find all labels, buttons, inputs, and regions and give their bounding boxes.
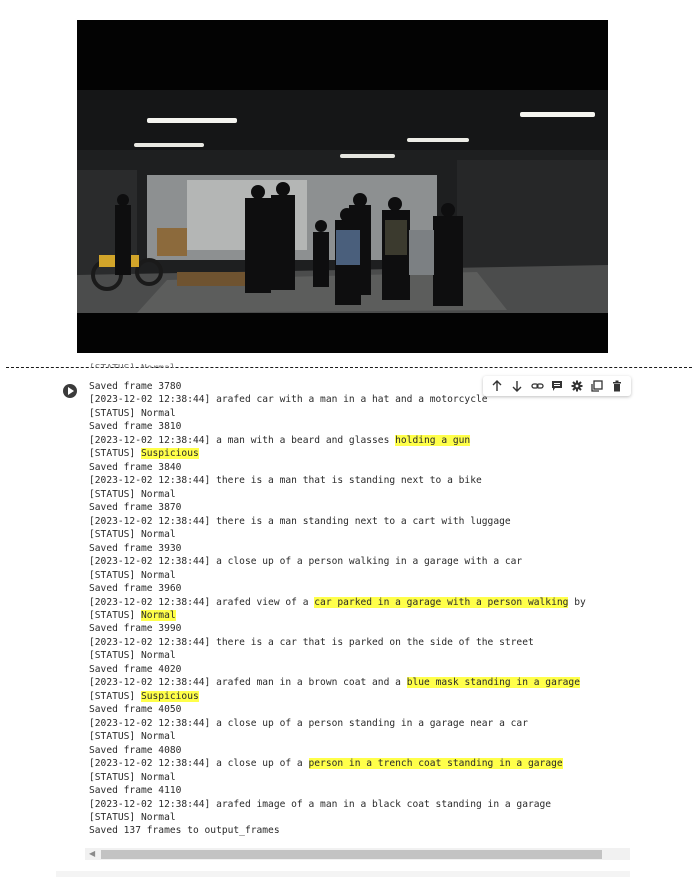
output-line: [STATUS] Normal [89, 528, 629, 541]
output-line: [STATUS] Normal [89, 407, 629, 420]
output-text: Saved frame 3990 [89, 623, 182, 635]
output-line: Saved frame 3840 [89, 461, 629, 474]
output-text: [STATUS] Normal [89, 650, 176, 662]
output-text: [2023-12-02 12:38:44] a close up of a pe… [89, 717, 528, 729]
highlighted-text: Suspicious [140, 690, 199, 702]
garage-scene-image [77, 20, 608, 353]
output-text: Saved frame 4050 [89, 704, 182, 716]
highlighted-text: person in a trench coat standing in a ga… [308, 758, 563, 770]
gear-icon[interactable] [570, 379, 584, 393]
output-text: [STATUS] [89, 448, 141, 460]
output-line: Saved frame 3990 [89, 622, 629, 635]
output-line: [2023-12-02 12:38:44] there is a man tha… [89, 474, 629, 487]
output-line: [STATUS] Suspicious [89, 447, 629, 460]
highlighted-text: car parked in a garage with a person wal… [314, 596, 569, 608]
output-text: [2023-12-02 12:38:44] there is a man sta… [89, 515, 511, 527]
output-text: [STATUS] [89, 609, 141, 621]
arrow-up-icon[interactable] [490, 379, 504, 393]
output-line: [STATUS] Normal [89, 771, 629, 784]
cell-toolbar [483, 376, 631, 396]
output-text: [2023-12-02 12:38:44] a close up of a pe… [89, 556, 523, 568]
output-text: Saved frame 4080 [89, 744, 182, 756]
output-line: [STATUS] Suspicious [89, 690, 629, 703]
output-line: [2023-12-02 12:38:44] arafed image of a … [89, 798, 629, 811]
output-line: [2023-12-02 12:38:44] arafed man in a br… [89, 676, 629, 689]
highlighted-text: Suspicious [140, 448, 199, 460]
output-line: [STATUS] Normal [89, 811, 629, 824]
output-line: Saved frame 4020 [89, 663, 629, 676]
horizontal-scrollbar[interactable]: ◀ [85, 848, 630, 860]
output-text: [2023-12-02 12:38:44] arafed image of a … [89, 798, 552, 810]
output-text: Saved frame 3810 [89, 421, 182, 433]
output-line: [2023-12-02 12:38:44] a close up of a pe… [89, 555, 629, 568]
output-text: Saved frame 3840 [89, 461, 182, 473]
cell-output-text: [STATUS] Normal Saved frame 3780 [2023-12-… [89, 362, 629, 846]
output-text: [STATUS] Normal [89, 529, 176, 541]
output-text: Saved frame 3930 [89, 542, 182, 554]
output-text: [STATUS] Normal [89, 731, 176, 743]
output-text: Saved frame 3960 [89, 583, 182, 595]
output-text: by [568, 596, 586, 608]
output-line: [2023-12-02 12:38:44] there is a car tha… [89, 636, 629, 649]
output-text: Saved frame 3870 [89, 502, 182, 514]
output-line: Saved frame 3810 [89, 420, 629, 433]
output-line: Saved frame 4050 [89, 703, 629, 716]
output-text: Saved frame 4020 [89, 663, 182, 675]
output-text: [STATUS] Normal [89, 569, 176, 581]
output-line: Saved frame 4110 [89, 784, 629, 797]
video-frame [77, 20, 608, 353]
output-line: Saved 137 frames to output_frames [89, 824, 629, 837]
output-line: [STATUS] Normal [89, 488, 629, 501]
output-line: [2023-12-02 12:38:44] a man with a beard… [89, 434, 629, 447]
output-text: Saved 137 frames to output_frames [89, 825, 280, 837]
output-line: Saved frame 3930 [89, 542, 629, 555]
output-line: [2023-12-02 12:38:44] a close up of a pe… [89, 717, 629, 730]
output-text: [2023-12-02 12:38:44] a close up of a [89, 758, 309, 770]
trash-icon[interactable] [610, 379, 624, 393]
run-cell-button[interactable] [63, 384, 77, 398]
output-line: [2023-12-02 12:38:44] there is a man sta… [89, 515, 629, 528]
highlighted-text: blue mask standing in a garage [406, 677, 580, 689]
comment-icon[interactable] [550, 379, 564, 393]
output-line: Saved frame 3870 [89, 501, 629, 514]
code-cell-output: [STATUS] Normal Saved frame 3780 [2023-12-… [56, 362, 636, 862]
mirror-cell-icon[interactable] [590, 379, 604, 393]
output-text: [2023-12-02 12:38:44] arafed man in a br… [89, 677, 407, 689]
output-text: [STATUS] Normal [89, 407, 176, 419]
output-line: [STATUS] Normal [89, 649, 629, 662]
scroll-left-icon[interactable]: ◀ [89, 850, 97, 858]
scrollbar-thumb[interactable] [101, 850, 602, 859]
output-text: [2023-12-02 12:38:44] a man with a beard… [89, 434, 396, 446]
output-text: [2023-12-02 12:38:44] arafed car with a … [89, 394, 488, 406]
output-text: [STATUS] [89, 690, 141, 702]
output-text: Saved frame 3780 [89, 381, 182, 392]
output-line: [2023-12-02 12:38:44] a close up of a pe… [89, 757, 629, 770]
highlighted-text: holding a gun [395, 434, 471, 446]
cell-footer [56, 871, 630, 877]
highlighted-text: Normal [140, 609, 176, 621]
output-text: [2023-12-02 12:38:44] there is a man tha… [89, 475, 482, 487]
link-icon[interactable] [530, 379, 544, 393]
output-line: [STATUS] Normal [89, 569, 629, 582]
output-text: Saved frame 4110 [89, 785, 182, 797]
output-line: Saved frame 3960 [89, 582, 629, 595]
output-text: [2023-12-02 12:38:44] arafed view of a [89, 596, 315, 608]
output-line: Saved frame 4080 [89, 744, 629, 757]
output-text: [STATUS] Normal [89, 771, 176, 783]
output-text: [STATUS] Normal [89, 488, 176, 500]
output-line: [STATUS] Normal [89, 730, 629, 743]
arrow-down-icon[interactable] [510, 379, 524, 393]
output-text: [2023-12-02 12:38:44] there is a car tha… [89, 636, 534, 648]
output-line: [STATUS] Normal [89, 609, 629, 622]
output-line: [2023-12-02 12:38:44] arafed view of a c… [89, 596, 629, 609]
output-text: [STATUS] Normal [89, 812, 176, 823]
